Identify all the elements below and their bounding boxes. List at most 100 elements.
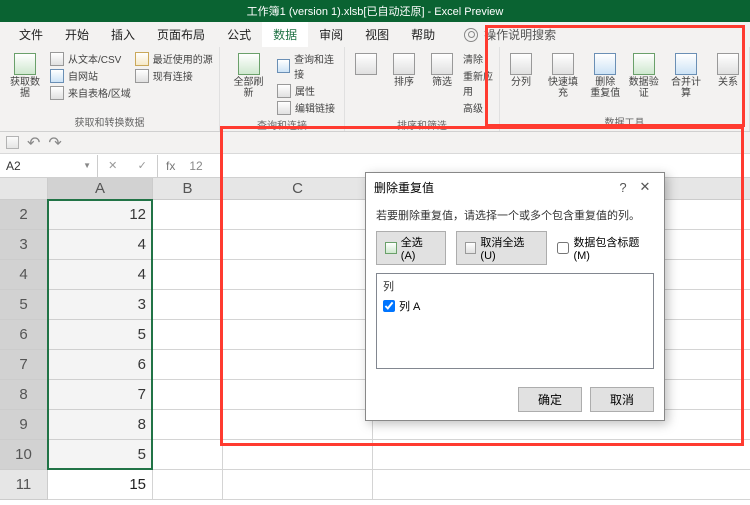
- cell[interactable]: [153, 290, 223, 320]
- cancel-icon[interactable]: ✕: [108, 159, 117, 172]
- text-to-columns[interactable]: 分列: [504, 51, 538, 112]
- row-header[interactable]: 5: [0, 290, 48, 320]
- menu-home[interactable]: 开始: [54, 22, 100, 47]
- queries-conn[interactable]: 查询和连接: [277, 51, 340, 81]
- undo-icon[interactable]: ↶: [27, 133, 40, 153]
- relationships[interactable]: 关系: [711, 51, 745, 112]
- reapply-filter[interactable]: 重新应用: [463, 68, 495, 98]
- cell[interactable]: [373, 470, 750, 500]
- help-icon[interactable]: ?: [612, 180, 634, 195]
- row-header[interactable]: 8: [0, 380, 48, 410]
- cell[interactable]: [223, 470, 373, 500]
- edit-links[interactable]: 编辑链接: [277, 100, 340, 115]
- menu-formulas[interactable]: 公式: [216, 22, 262, 47]
- clear-filter[interactable]: 清除: [463, 51, 495, 66]
- formula-value[interactable]: 12: [183, 159, 202, 173]
- cell[interactable]: [373, 440, 750, 470]
- cell[interactable]: [223, 230, 373, 260]
- table-icon: [50, 86, 64, 100]
- flash-fill[interactable]: 快速填充: [542, 51, 584, 112]
- from-table[interactable]: 来自表格/区域: [50, 85, 131, 100]
- cell[interactable]: [153, 410, 223, 440]
- sort-button[interactable]: 排序: [387, 51, 421, 115]
- cell[interactable]: 12: [48, 200, 153, 230]
- cell[interactable]: [153, 470, 223, 500]
- cell[interactable]: 3: [48, 290, 153, 320]
- cell[interactable]: [223, 380, 373, 410]
- cell[interactable]: 4: [48, 230, 153, 260]
- unselect-all-button[interactable]: 取消全选(U): [456, 231, 548, 265]
- menu-layout[interactable]: 页面布局: [146, 22, 216, 47]
- check-icon[interactable]: ✓: [138, 159, 147, 172]
- row-header[interactable]: 9: [0, 410, 48, 440]
- row-header[interactable]: 10: [0, 440, 48, 470]
- name-box[interactable]: A2 ▼: [0, 155, 98, 177]
- cell[interactable]: [223, 290, 373, 320]
- cell[interactable]: [223, 200, 373, 230]
- menu-file[interactable]: 文件: [8, 22, 54, 47]
- cell[interactable]: [223, 440, 373, 470]
- cell[interactable]: 5: [48, 440, 153, 470]
- data-validation[interactable]: 数据验 证: [627, 51, 662, 112]
- cell[interactable]: [153, 380, 223, 410]
- row-header[interactable]: 2: [0, 200, 48, 230]
- columns-listbox[interactable]: 列 列 A: [376, 273, 654, 369]
- cell[interactable]: [223, 320, 373, 350]
- cell[interactable]: [223, 410, 373, 440]
- menu-view[interactable]: 视图: [354, 22, 400, 47]
- cell[interactable]: [153, 230, 223, 260]
- cell[interactable]: 7: [48, 380, 153, 410]
- cell[interactable]: 8: [48, 410, 153, 440]
- cell[interactable]: 4: [48, 260, 153, 290]
- select-all-corner[interactable]: [0, 178, 48, 200]
- dialog-title: 删除重复值: [374, 179, 612, 196]
- properties[interactable]: 属性: [277, 83, 340, 98]
- cell[interactable]: [153, 440, 223, 470]
- ok-button[interactable]: 确定: [518, 387, 582, 412]
- existing-conn[interactable]: 现有连接: [135, 68, 213, 83]
- cell[interactable]: [223, 260, 373, 290]
- menu-review[interactable]: 审阅: [308, 22, 354, 47]
- cell[interactable]: 15: [48, 470, 153, 500]
- has-header-checkbox[interactable]: 数据包含标题(M): [557, 234, 654, 262]
- cell[interactable]: 5: [48, 320, 153, 350]
- advanced-filter[interactable]: 高级: [463, 100, 495, 115]
- sort-az-button[interactable]: [349, 51, 383, 115]
- get-data-button[interactable]: 获取数 据: [4, 51, 46, 112]
- menu-help[interactable]: 帮助: [400, 22, 446, 47]
- tell-me[interactable]: 操作说明搜索: [446, 26, 556, 43]
- row-header[interactable]: 7: [0, 350, 48, 380]
- row-header[interactable]: 4: [0, 260, 48, 290]
- cell[interactable]: [153, 260, 223, 290]
- from-web[interactable]: 自网站: [50, 68, 131, 83]
- col-header[interactable]: B: [153, 178, 223, 200]
- remove-duplicates[interactable]: 删除 重复值: [588, 51, 623, 112]
- fx-label[interactable]: fx: [158, 159, 183, 173]
- cell[interactable]: [223, 350, 373, 380]
- row-header[interactable]: 11: [0, 470, 48, 500]
- recent-sources[interactable]: 最近使用的源: [135, 51, 213, 66]
- from-text-csv[interactable]: 从文本/CSV: [50, 51, 131, 66]
- dialog-titlebar[interactable]: 删除重复值 ? ✕: [366, 173, 664, 201]
- menu-insert[interactable]: 插入: [100, 22, 146, 47]
- redo-icon[interactable]: ↷: [48, 133, 61, 153]
- select-all-button[interactable]: 全选(A): [376, 231, 446, 265]
- cell[interactable]: [153, 320, 223, 350]
- cell[interactable]: 6: [48, 350, 153, 380]
- menu-data[interactable]: 数据: [262, 22, 308, 47]
- cell[interactable]: [153, 350, 223, 380]
- filter-button[interactable]: 筛选: [425, 51, 459, 115]
- row-header[interactable]: 3: [0, 230, 48, 260]
- col-header[interactable]: A: [48, 178, 153, 200]
- checkbox-input[interactable]: [557, 242, 569, 254]
- cancel-button[interactable]: 取消: [590, 387, 654, 412]
- col-header[interactable]: C: [223, 178, 373, 200]
- close-icon[interactable]: ✕: [634, 179, 656, 195]
- refresh-all-button[interactable]: 全部刷新: [224, 51, 273, 115]
- column-item[interactable]: 列 A: [383, 298, 647, 314]
- row-header[interactable]: 6: [0, 320, 48, 350]
- consolidate[interactable]: 合并计算: [665, 51, 707, 112]
- cell[interactable]: [153, 200, 223, 230]
- save-icon[interactable]: [6, 136, 19, 149]
- checkbox-input[interactable]: [383, 300, 395, 312]
